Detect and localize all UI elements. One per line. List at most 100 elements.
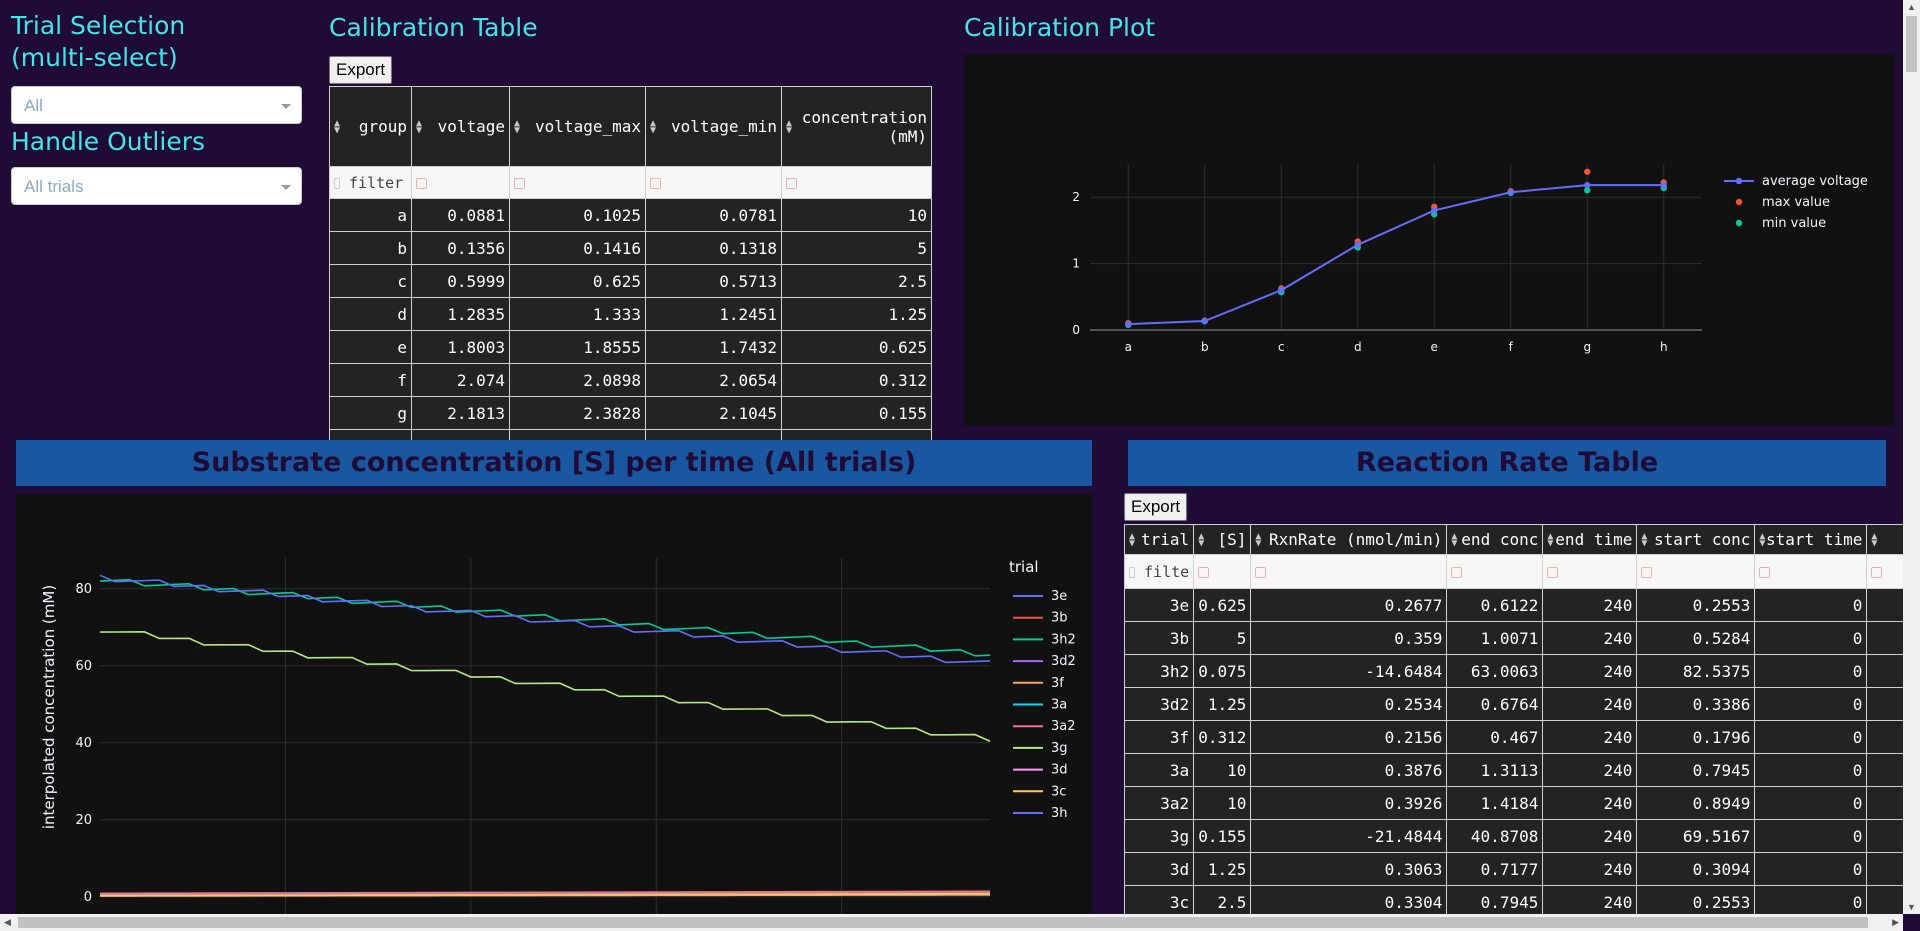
table-cell[interactable]: 240 [1542,786,1638,820]
sort-icon[interactable]: ▲ ▼ [1198,531,1204,548]
sort-icon[interactable]: ▲ ▼ [416,118,422,135]
sort-icon[interactable]: ▲ ▼ [1451,531,1457,548]
rate-filter-cell[interactable] [1446,554,1544,589]
cal-header-3[interactable]: ▲ ▼ voltage_min [645,86,782,167]
table-cell[interactable]: 0.625 [1193,588,1252,622]
rate-header-4[interactable]: ▲ ▼ end time [1542,524,1638,555]
table-row[interactable]: d 1.2835 1.333 1.2451 1.25 [329,297,932,331]
table-cell[interactable]: 0 [1754,885,1868,914]
table-cell[interactable]: 6 [1866,885,1903,914]
filter-case-icon[interactable] [1198,566,1210,578]
table-cell[interactable]: 3c [1124,885,1195,914]
filter-case-icon[interactable] [1871,566,1883,578]
table-cell[interactable]: 0 [1754,786,1868,820]
table-row[interactable]: 3b50.3591.00712400.5284013 [1124,621,1903,655]
table-cell[interactable]: 0.625 [781,330,932,364]
scroll-down-icon[interactable]: ▼ [1907,902,1916,912]
table-cell[interactable]: 0.7945 [1636,753,1756,787]
table-cell[interactable]: 0.7177 [1446,852,1544,886]
table-cell[interactable]: 240 [1542,621,1638,655]
table-cell[interactable]: e [329,330,412,364]
table-cell[interactable]: 240 [1542,654,1638,688]
table-cell[interactable]: 0.1318 [645,231,782,265]
table-row[interactable]: 3h20.075-14.648463.006324082.537500 [1124,654,1903,688]
rate-filter-cell[interactable] [1542,554,1638,589]
table-cell[interactable]: 0.7945 [1446,885,1544,914]
filter-case-icon[interactable] [650,177,661,189]
table-cell[interactable]: 1.25 [781,297,932,331]
table-cell[interactable]: 82.5375 [1636,654,1756,688]
sort-icon[interactable]: ▲ ▼ [1871,531,1877,548]
table-cell[interactable]: 0 [1754,654,1868,688]
rate-header-3[interactable]: ▲ ▼ end conc [1446,524,1544,555]
table-row[interactable]: b 0.1356 0.1416 0.1318 5 [329,231,932,265]
rate-header-6[interactable]: ▲ ▼ start time [1754,524,1868,555]
horizontal-scroll-thumb[interactable] [18,917,1868,928]
sort-icon[interactable]: ▲ ▼ [1759,531,1765,548]
table-cell[interactable]: 0.0781 [645,198,782,232]
table-row[interactable]: 3d21.250.25340.67642400.338603 [1124,687,1903,721]
table-cell[interactable]: 240 [1542,753,1638,787]
table-cell[interactable]: 2.5 [1193,885,1252,914]
rate-filter-cell[interactable] [1866,554,1903,589]
table-cell[interactable]: 0 [1866,654,1903,688]
table-row[interactable]: 3f0.3120.21560.4672400.179601 [1124,720,1903,754]
table-cell[interactable]: -14.6484 [1250,654,1448,688]
table-cell[interactable]: 1.4184 [1446,786,1544,820]
table-cell[interactable]: 0 [1754,753,1868,787]
table-cell[interactable]: 0.3386 [1636,687,1756,721]
table-cell[interactable]: 0.2534 [1250,687,1448,721]
table-cell[interactable]: 0.155 [781,396,932,430]
table-cell[interactable]: 10 [1193,753,1252,787]
table-cell[interactable]: 0.312 [1193,720,1252,754]
filter-case-icon[interactable] [1641,566,1653,578]
table-row[interactable]: 3a2100.39261.41842400.8949025 [1124,786,1903,820]
rate-filter-cell[interactable]: filte [1124,554,1195,589]
table-cell[interactable]: 0 [1754,588,1868,622]
trial-selection-dropdown[interactable]: All [11,86,302,124]
filter-case-icon[interactable] [1547,566,1559,578]
table-cell[interactable]: 5 [1193,621,1252,655]
table-cell[interactable]: 69.5167 [1636,819,1756,853]
cal-header-0[interactable]: ▲ ▼ group [329,86,412,167]
table-cell[interactable]: 0.6122 [1446,588,1544,622]
table-cell[interactable]: 0.1796 [1636,720,1756,754]
table-cell[interactable]: 1.8003 [411,330,510,364]
table-cell[interactable]: 0.3094 [1636,852,1756,886]
table-cell[interactable]: 240 [1542,885,1638,914]
cal-header-4[interactable]: ▲ ▼ concentration (mM) [781,86,932,167]
table-row[interactable]: 3a100.38761.31132400.7945025 [1124,753,1903,787]
table-cell[interactable]: 240 [1542,819,1638,853]
table-cell[interactable]: 1.25 [1193,852,1252,886]
table-cell[interactable]: 40.8708 [1446,819,1544,853]
table-cell[interactable]: 0.2553 [1636,885,1756,914]
sort-icon[interactable]: ▲ ▼ [1255,531,1261,548]
table-cell[interactable]: 5 [781,231,932,265]
rate-export-button[interactable]: Export [1124,493,1188,521]
table-cell[interactable]: 0.3304 [1250,885,1448,914]
table-cell[interactable]: 0.0881 [411,198,510,232]
table-cell[interactable]: 0.155 [1193,819,1252,853]
filter-case-icon[interactable] [786,177,797,189]
table-cell[interactable]: 0.467 [1446,720,1544,754]
sort-icon[interactable]: ▲ ▼ [650,118,656,135]
cal-filter-cell[interactable] [781,166,932,199]
table-cell[interactable]: 2.1813 [411,396,510,430]
table-cell[interactable]: a [329,198,412,232]
cal-header-1[interactable]: ▲ ▼ voltage [411,86,510,167]
table-cell[interactable]: 3f [1124,720,1195,754]
cal-filter-cell[interactable] [411,166,510,199]
rate-header-1[interactable]: ▲ ▼ [S] [1193,524,1252,555]
table-cell[interactable]: 10 [781,198,932,232]
table-row[interactable]: 3d1.250.30630.71772400.309403 [1124,852,1903,886]
table-cell[interactable]: 3d [1124,852,1195,886]
table-cell[interactable]: d [329,297,412,331]
cal-filter-cell[interactable]: filter [329,166,412,199]
table-cell[interactable]: 0 [1754,852,1868,886]
table-cell[interactable]: 0.359 [1250,621,1448,655]
table-row[interactable]: 3g0.155-21.484440.870824069.516700 [1124,819,1903,853]
calibration-plot[interactable]: a b c d e f g h 0 1 2 average voltage max value min v… [964,54,1894,426]
table-cell[interactable]: 3a [1124,753,1195,787]
rate-header-2[interactable]: ▲ ▼ RxnRate (nmol/min) [1250,524,1448,555]
table-cell[interactable]: 3b [1124,621,1195,655]
